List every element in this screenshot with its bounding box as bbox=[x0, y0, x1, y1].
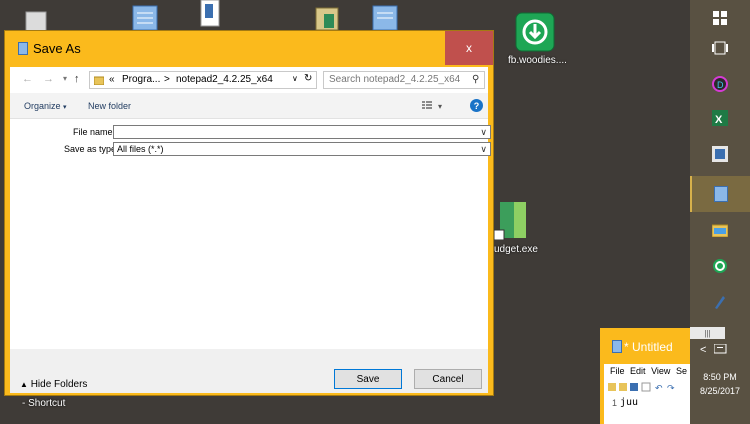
menu-edit[interactable]: Edit bbox=[630, 366, 646, 376]
taskbar-app-media[interactable]: D bbox=[690, 66, 750, 102]
dialog-title: Save As bbox=[33, 41, 81, 56]
media-app-icon: D bbox=[712, 76, 728, 92]
bittorrent-label: fb.woodies.... bbox=[508, 55, 567, 66]
hide-folders-label: Hide Folders bbox=[30, 379, 88, 390]
save-type-dropdown-icon[interactable]: ∨ bbox=[480, 143, 487, 155]
search-input[interactable]: Search notepad2_4.2.25_x64 ⚲ bbox=[323, 71, 485, 89]
notepad-desktop-icon-3[interactable] bbox=[370, 4, 400, 33]
shortcut-label: - Shortcut bbox=[22, 398, 66, 409]
budget-icon[interactable] bbox=[493, 202, 530, 243]
menu-file[interactable]: File bbox=[610, 366, 625, 376]
notepad-body: File Edit View Se ↶ ↷ 1 juu bbox=[604, 364, 694, 424]
clock-date: 8/25/2017 bbox=[699, 386, 741, 396]
menu-settings[interactable]: Se bbox=[676, 366, 687, 376]
taskbar-app-notepad[interactable] bbox=[690, 176, 750, 212]
clock-time: 8:50 PM bbox=[703, 372, 737, 382]
breadcrumb-item-programs[interactable]: Progra... bbox=[122, 74, 160, 85]
taskbar-app-explorer[interactable] bbox=[690, 212, 750, 248]
file-name-field[interactable]: ∨ bbox=[113, 125, 491, 139]
folder-icon bbox=[93, 75, 105, 88]
file-name-dropdown-icon[interactable]: ∨ bbox=[480, 126, 487, 138]
forward-icon[interactable]: → bbox=[43, 73, 54, 85]
chevron-up-icon: ▲ bbox=[20, 380, 28, 389]
line-number: 1 bbox=[612, 398, 618, 408]
navigation-bar: ← → ▾ ↑ « Progra... > notepad2_4.2.25_x6… bbox=[10, 67, 488, 93]
file-form-area: File name: ∨ Save as type: All files (*.… bbox=[10, 119, 491, 349]
search-placeholder: Search notepad2_4.2.25_x64 bbox=[329, 74, 461, 85]
taskbar-clock[interactable]: 8:50 PM 8/25/2017 bbox=[690, 370, 750, 398]
bittorrent-taskbar-icon bbox=[713, 259, 727, 273]
help-icon: ? bbox=[473, 100, 480, 111]
editor-text[interactable]: juu bbox=[620, 397, 638, 408]
breadcrumb-prefix: « bbox=[109, 74, 115, 85]
taskbar-app-bittorrent[interactable] bbox=[690, 248, 750, 284]
notepad-title: * Untitled bbox=[624, 340, 673, 354]
notepad-desktop-icon-1[interactable] bbox=[130, 4, 160, 33]
recent-locations-icon[interactable]: ▾ bbox=[63, 74, 67, 83]
breadcrumb-separator: > bbox=[164, 74, 170, 85]
bittorrent-icon[interactable] bbox=[515, 12, 555, 55]
pen-app-icon bbox=[715, 296, 725, 309]
task-view-button[interactable] bbox=[690, 30, 750, 66]
organize-label: Organize bbox=[24, 101, 61, 111]
address-bar[interactable]: « Progra... > notepad2_4.2.25_x64 ∨ ↻ bbox=[89, 71, 317, 89]
view-options-icon[interactable]: ▾ bbox=[422, 99, 444, 114]
hide-folders-button[interactable]: ▲ Hide Folders bbox=[20, 379, 87, 390]
notepad-desktop-icon-2[interactable] bbox=[312, 6, 342, 33]
svg-text:D: D bbox=[717, 80, 724, 90]
budget-label: udget.exe bbox=[494, 244, 538, 255]
save-as-dialog: Save As x ← → ▾ ↑ « Progra... > notepad2… bbox=[4, 30, 494, 396]
file-desktop-icon[interactable] bbox=[196, 0, 226, 31]
taskbar-scroll-grip[interactable]: ||| bbox=[690, 327, 725, 339]
svg-text:↶: ↶ bbox=[655, 383, 663, 392]
back-icon[interactable]: ← bbox=[22, 73, 33, 85]
save-type-select[interactable]: All files (*.*) ∨ bbox=[113, 142, 491, 156]
dialog-titlebar[interactable]: Save As x bbox=[5, 31, 493, 67]
search-icon: ⚲ bbox=[472, 74, 480, 85]
notepad-toolbar: ↶ ↷ bbox=[608, 382, 692, 395]
tools-app-icon bbox=[712, 146, 728, 162]
save-type-label: Save as type: bbox=[64, 144, 119, 154]
taskbar-app-excel[interactable]: X bbox=[690, 100, 750, 136]
new-folder-button[interactable]: New folder bbox=[88, 101, 131, 111]
cancel-button[interactable]: Cancel bbox=[414, 369, 482, 389]
command-bar: Organize ▾ New folder ▾ ? bbox=[10, 93, 488, 119]
chevron-down-icon: ▾ bbox=[63, 104, 67, 111]
dialog-footer: ▲ Hide Folders Save Cancel bbox=[10, 349, 488, 393]
taskbar-app-tools[interactable] bbox=[690, 136, 750, 172]
action-center-icon[interactable] bbox=[713, 343, 728, 359]
svg-text:X: X bbox=[715, 114, 723, 126]
save-type-value: All files (*.*) bbox=[117, 144, 164, 154]
notepad-window[interactable]: * Untitled File Edit View Se ↶ ↷ 1 juu bbox=[600, 328, 694, 424]
breadcrumb-item-folder[interactable]: notepad2_4.2.25_x64 bbox=[176, 74, 273, 85]
close-button[interactable]: x bbox=[445, 31, 493, 65]
up-icon[interactable]: ↑ bbox=[74, 73, 80, 85]
organize-button[interactable]: Organize ▾ bbox=[24, 101, 67, 111]
save-button[interactable]: Save bbox=[334, 369, 402, 389]
excel-icon: X bbox=[712, 110, 728, 126]
refresh-icon[interactable]: ↻ bbox=[304, 73, 312, 84]
file-name-label: File name: bbox=[73, 127, 116, 137]
taskbar: D X ||| < 8:50 PM 8/25/2017 bbox=[690, 0, 750, 424]
notepad-menubar: File Edit View Se bbox=[610, 366, 687, 376]
notepad-icon bbox=[714, 186, 728, 202]
dropdown-chevron-icon[interactable]: ∨ bbox=[292, 74, 298, 83]
windows-logo-icon bbox=[713, 11, 727, 25]
task-view-icon bbox=[712, 41, 728, 55]
help-button[interactable]: ? bbox=[470, 99, 483, 112]
svg-text:↷: ↷ bbox=[667, 383, 675, 392]
close-icon: x bbox=[466, 41, 472, 55]
file-explorer-icon bbox=[712, 224, 728, 237]
svg-text:▾: ▾ bbox=[438, 102, 442, 111]
dialog-client: ← → ▾ ↑ « Progra... > notepad2_4.2.25_x6… bbox=[10, 67, 491, 393]
notepad-title-icon bbox=[18, 42, 28, 58]
notepad-title-icon bbox=[612, 340, 622, 356]
menu-view[interactable]: View bbox=[651, 366, 670, 376]
taskbar-app-pen[interactable] bbox=[690, 284, 750, 320]
show-hidden-icons-button[interactable]: < bbox=[700, 344, 706, 356]
